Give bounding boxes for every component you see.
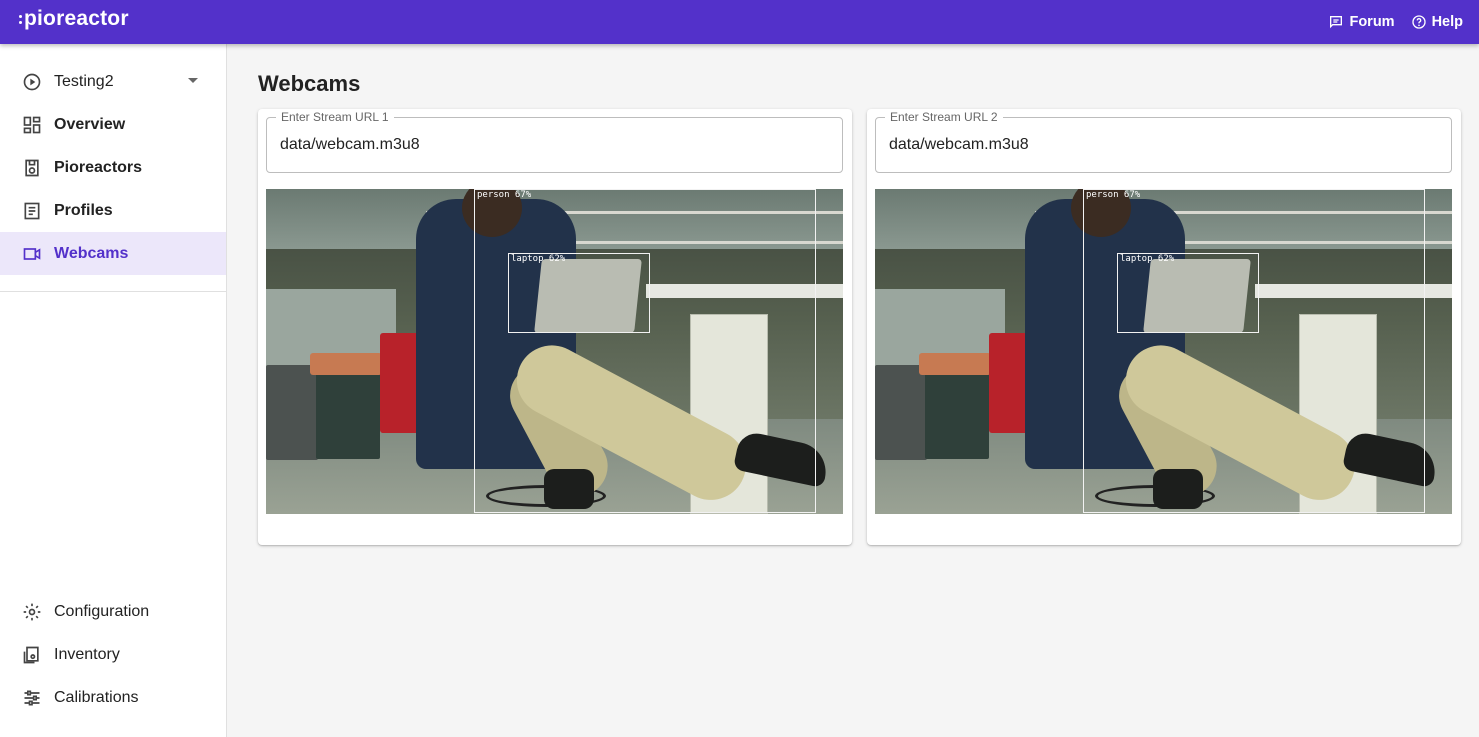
- sidebar-item-label: Pioreactors: [54, 158, 143, 176]
- pioreactor-icon: [25, 159, 39, 176]
- sidebar-item-label: Webcams: [54, 244, 129, 262]
- detection-box-laptop: laptop 62%: [508, 253, 650, 333]
- detection-label: person 67%: [1086, 190, 1141, 200]
- forum-link[interactable]: Forum: [1328, 14, 1395, 30]
- stream-url-label-2: Enter Stream URL 2: [885, 110, 1003, 124]
- experiment-name: Testing2: [54, 72, 114, 90]
- webcam-stream-1[interactable]: person 67% laptop 62%: [266, 189, 843, 514]
- pioreactor-logo[interactable]: pioreactor: [19, 7, 129, 31]
- sliders-icon: [24, 690, 40, 705]
- detection-box-person: person 67%: [474, 189, 816, 513]
- stream-url-label-1: Enter Stream URL 1: [276, 110, 394, 124]
- scene-bin-lid: [919, 353, 991, 375]
- detection-label: laptop 62%: [1120, 254, 1175, 264]
- scene-bin-grey: [875, 365, 927, 460]
- forum-link-label: Forum: [1349, 14, 1395, 30]
- dashboard-icon: [23, 116, 41, 133]
- detection-label: laptop 62%: [511, 254, 566, 264]
- sidebar-item-label: Overview: [54, 115, 126, 133]
- logo-text: pioreactor: [24, 7, 129, 30]
- stream-url-input-1[interactable]: [280, 136, 820, 154]
- sidebar-item-label: Inventory: [54, 645, 120, 663]
- help-link[interactable]: Help: [1411, 14, 1463, 30]
- forum-icon: [1330, 16, 1343, 29]
- inventory-icon: [23, 646, 39, 663]
- detection-box-person: person 67%: [1083, 189, 1425, 513]
- sidebar-item-overview[interactable]: Overview: [0, 103, 226, 146]
- stream-url-input-2[interactable]: [889, 136, 1429, 154]
- sidebar-item-calibrations[interactable]: Calibrations: [0, 676, 226, 719]
- scene-bin-lid: [310, 353, 382, 375]
- experiment-selector[interactable]: Testing2: [0, 60, 226, 103]
- sidebar-item-label: Calibrations: [54, 688, 139, 706]
- detection-label: person 67%: [477, 190, 532, 200]
- webcam-card-1: Enter Stream URL 1 person 67% laptop 62%: [258, 109, 852, 545]
- help-link-label: Help: [1431, 14, 1463, 30]
- sidebar-divider: [0, 291, 226, 292]
- sidebar-item-pioreactors[interactable]: Pioreactors: [0, 146, 226, 189]
- stream-url-field-2[interactable]: Enter Stream URL 2: [875, 110, 1452, 173]
- profile-icon: [24, 202, 40, 219]
- page-title: Webcams: [258, 71, 361, 96]
- sidebar-item-inventory[interactable]: Inventory: [0, 633, 226, 676]
- sidebar-item-webcams[interactable]: Webcams: [0, 232, 226, 275]
- webcam-icon: [23, 247, 41, 260]
- sidebar-item-profiles[interactable]: Profiles: [0, 189, 226, 232]
- logo-dots-icon: [19, 11, 22, 27]
- top-app-bar: pioreactor Forum Help: [0, 0, 1479, 44]
- webcam-stream-2[interactable]: person 67% laptop 62%: [875, 189, 1452, 514]
- gear-icon: [23, 603, 41, 620]
- sidebar: Testing2 Overview Pioreactors Profiles W…: [0, 44, 227, 737]
- chevron-down-icon: [188, 78, 198, 83]
- sidebar-item-label: Configuration: [54, 602, 150, 620]
- sidebar-item-label: Profiles: [54, 201, 113, 219]
- scene-bin-grey: [266, 365, 318, 460]
- stream-url-field-1[interactable]: Enter Stream URL 1: [266, 110, 843, 173]
- sidebar-item-configuration[interactable]: Configuration: [0, 590, 226, 633]
- webcam-card-2: Enter Stream URL 2 person 67% laptop 62%: [867, 109, 1461, 545]
- help-icon: [1411, 15, 1426, 29]
- detection-box-laptop: laptop 62%: [1117, 253, 1259, 333]
- play-circle-icon: [23, 73, 41, 90]
